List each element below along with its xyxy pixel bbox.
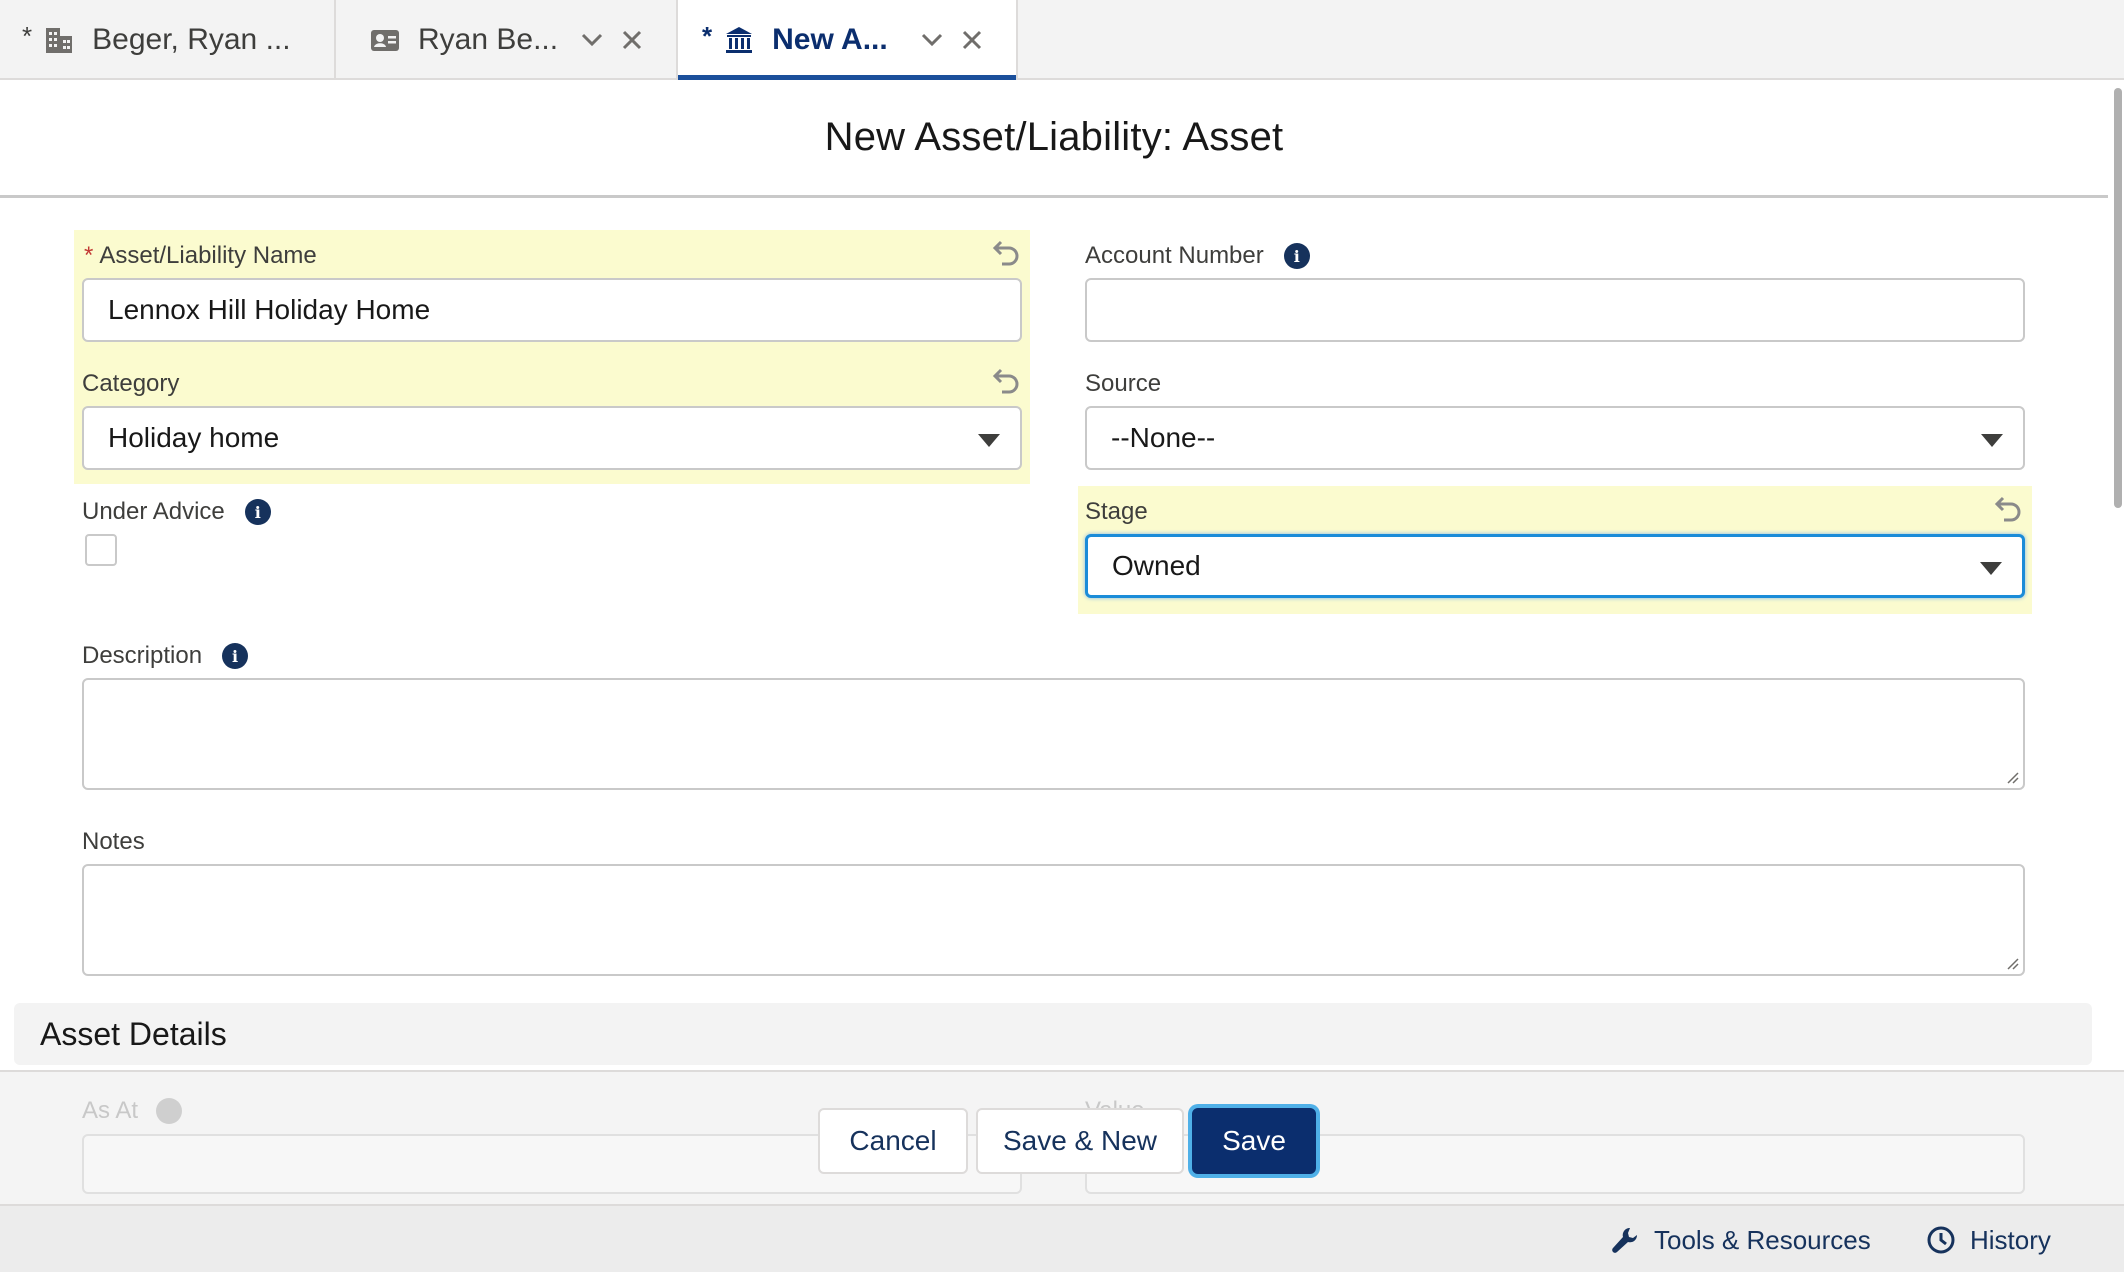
stage-select[interactable]: Owned: [1085, 534, 2025, 598]
clock-icon: [1927, 1226, 1955, 1254]
dropdown-caret-icon: [1980, 562, 2002, 575]
account-number-label: Account Number i: [1085, 238, 1310, 274]
scrollbar-thumb[interactable]: [2114, 88, 2122, 508]
description-label: Description i: [82, 638, 249, 674]
chevron-down-icon[interactable]: [578, 26, 606, 54]
label-text: Asset/Liability Name: [99, 242, 317, 269]
bank-icon: [724, 25, 754, 55]
tab-beger-ryan[interactable]: * Beger, Ryan ...: [0, 0, 336, 80]
selected-value: Holiday home: [108, 422, 280, 453]
tools-resources-item[interactable]: Tools & Resources: [1610, 1206, 1871, 1272]
info-icon[interactable]: i: [222, 643, 249, 669]
undo-icon[interactable]: [992, 366, 1020, 394]
dropdown-caret-icon: [978, 434, 1000, 447]
tab-label: New A...: [772, 23, 888, 56]
chevron-down-icon[interactable]: [918, 26, 946, 54]
under-advice-label: Under Advice i: [82, 494, 271, 530]
wrench-icon: [1612, 1227, 1638, 1253]
modal-title: New Asset/Liability: Asset: [824, 115, 1284, 159]
utility-label: History: [1970, 1224, 2051, 1255]
save-button[interactable]: Save: [1192, 1108, 1316, 1174]
undo-icon[interactable]: [992, 238, 1020, 266]
close-icon[interactable]: [958, 26, 986, 54]
category-select[interactable]: Holiday home: [82, 406, 1022, 470]
dropdown-caret-icon: [1981, 434, 2003, 447]
cancel-button[interactable]: Cancel: [818, 1108, 968, 1174]
modal-header: New Asset/Liability: Asset: [0, 80, 2108, 198]
notes-textarea[interactable]: [82, 864, 2025, 976]
label-text: Account Number: [1085, 242, 1264, 269]
asset-details-section-header[interactable]: Asset Details: [14, 1003, 2092, 1065]
label-text: Under Advice: [82, 498, 225, 525]
workspace-tab-bar: * Beger, Ryan ... Ryan Be... * New A...: [0, 0, 2124, 80]
utility-bar: Tools & Resources History: [0, 1204, 2124, 1272]
close-icon[interactable]: [618, 26, 646, 54]
info-icon[interactable]: i: [1283, 243, 1310, 269]
account-number-input[interactable]: [1085, 278, 2025, 342]
source-select[interactable]: --None--: [1085, 406, 2025, 470]
label-text: Description: [82, 642, 203, 669]
unsaved-indicator: *: [22, 20, 33, 51]
history-item[interactable]: History: [1926, 1206, 2051, 1272]
asset-name-input[interactable]: Lennox Hill Holiday Home: [82, 278, 1022, 342]
unsaved-indicator: *: [702, 20, 713, 51]
description-textarea[interactable]: [82, 678, 2025, 790]
label-text: As At: [82, 1097, 139, 1124]
as-at-label: As At: [82, 1096, 183, 1126]
selected-value: Owned: [1112, 550, 1201, 581]
tab-label: Beger, Ryan ...: [92, 23, 291, 56]
modal-footer: As At Value Cancel Save & New Save: [0, 1070, 2124, 1204]
category-label: Category: [82, 370, 180, 397]
stage-label: Stage: [1085, 498, 1148, 525]
asset-name-label: * Asset/Liability Name: [84, 238, 317, 274]
resize-handle-icon[interactable]: [2005, 956, 2019, 970]
building-icon: [44, 25, 74, 55]
tab-new-asset[interactable]: * New A...: [678, 0, 1018, 80]
resize-handle-icon[interactable]: [2005, 770, 2019, 784]
undo-icon[interactable]: [1994, 494, 2022, 522]
info-icon: [156, 1098, 183, 1124]
notes-label: Notes: [82, 828, 145, 855]
under-advice-checkbox[interactable]: [85, 534, 117, 566]
tab-ryan-be[interactable]: Ryan Be...: [336, 0, 678, 80]
selected-value: --None--: [1111, 422, 1216, 453]
save-and-new-button[interactable]: Save & New: [976, 1108, 1184, 1174]
contact-card-icon: [370, 25, 400, 55]
info-icon[interactable]: i: [244, 499, 271, 525]
required-mark: *: [84, 242, 94, 269]
utility-label: Tools & Resources: [1654, 1224, 1871, 1255]
section-title: Asset Details: [40, 1015, 227, 1052]
tab-label: Ryan Be...: [418, 23, 559, 56]
source-label: Source: [1085, 370, 1162, 397]
